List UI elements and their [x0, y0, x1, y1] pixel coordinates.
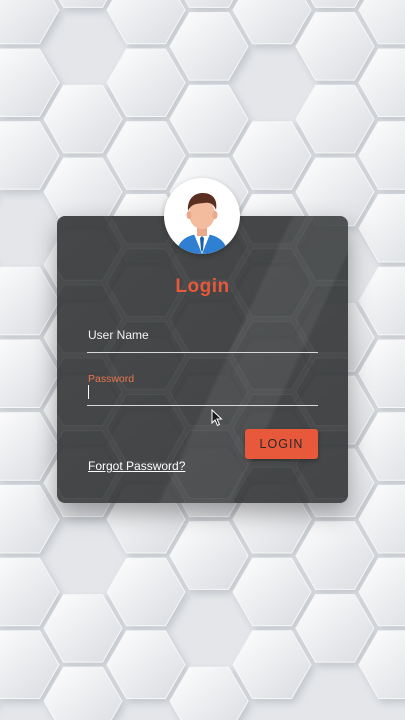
background-hexagon — [106, 0, 186, 45]
background-hexagon — [295, 84, 375, 154]
login-button[interactable]: LOGIN — [245, 429, 318, 459]
card-hexagon — [232, 466, 312, 503]
background-hexagon — [0, 630, 60, 699]
user-avatar-icon — [164, 178, 240, 254]
forgot-password-link[interactable]: Forgot Password? — [88, 459, 185, 473]
card-hexagon — [57, 216, 123, 281]
background-hexagon — [0, 266, 60, 336]
background-hexagon — [232, 121, 312, 190]
background-hexagon — [106, 48, 186, 117]
background-hexagon — [295, 521, 375, 590]
background-hexagon — [295, 12, 375, 81]
background-hexagon — [43, 666, 123, 720]
background-hexagon — [232, 0, 312, 45]
password-input[interactable] — [87, 384, 318, 404]
mouse-pointer-icon — [211, 409, 223, 427]
login-title: Login — [175, 276, 230, 297]
background-hexagon — [232, 557, 312, 627]
background-hexagon — [0, 412, 60, 481]
username-input[interactable] — [87, 332, 318, 352]
background-hexagon — [43, 84, 123, 154]
background-hexagon — [295, 594, 375, 663]
password-underline — [87, 405, 318, 406]
background-hexagon — [0, 48, 60, 117]
background-hexagon — [106, 557, 186, 627]
background-hexagon — [0, 339, 60, 408]
background-hexagon — [0, 557, 60, 627]
text-caret — [88, 385, 89, 399]
background-hexagon — [43, 594, 123, 663]
background-hexagon — [169, 84, 249, 154]
background-hexagon — [0, 0, 60, 45]
background-hexagon — [169, 12, 249, 81]
background-hexagon — [169, 521, 249, 590]
background-hexagon — [106, 630, 186, 699]
background-hexagon — [0, 121, 60, 190]
background-hexagon — [106, 121, 186, 190]
card-hexagon — [235, 216, 309, 245]
background-hexagon — [232, 630, 312, 699]
username-underline — [87, 352, 318, 353]
background-hexagon — [0, 484, 60, 554]
background-hexagon — [169, 666, 249, 720]
